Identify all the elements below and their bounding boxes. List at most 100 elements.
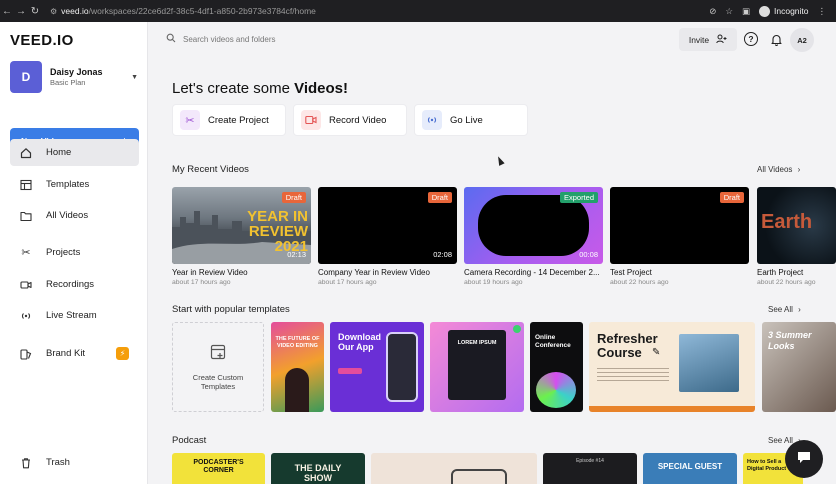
sidebar-item-label: Trash xyxy=(46,457,70,468)
page-title: Let's create some Videos! xyxy=(172,80,348,97)
sidebar-item-projects[interactable]: ✂ Projects xyxy=(10,239,139,266)
address-bar[interactable]: ⚙ veed.io/workspaces/22ce6d2f-38c5-4df1-… xyxy=(50,6,709,16)
forward-icon[interactable]: → xyxy=(14,6,28,17)
video-card[interactable]: Draft 02:08 Company Year in Review Video… xyxy=(318,187,457,286)
chat-support-button[interactable] xyxy=(785,440,823,478)
record-icon xyxy=(301,110,321,130)
podcast-template-card[interactable]: Episode #14 xyxy=(543,453,637,484)
lightning-icon: ⚡ xyxy=(116,347,129,360)
sidebar-item-all-videos[interactable]: All Videos xyxy=(10,202,139,229)
trash-icon xyxy=(20,457,32,469)
sidebar-item-label: Live Stream xyxy=(46,310,97,321)
person-photo-image xyxy=(679,334,739,392)
video-timestamp: about 22 hours ago xyxy=(610,279,669,286)
sidebar-item-brand-kit[interactable]: Brand Kit ⚡ xyxy=(10,340,139,367)
sidebar-item-home[interactable]: Home xyxy=(10,139,139,166)
video-card[interactable]: Draft Test Project about 22 hours ago xyxy=(610,187,749,286)
video-duration: 02:08 xyxy=(433,250,452,259)
sidebar-item-label: Recordings xyxy=(46,279,95,290)
create-project-button[interactable]: ✂ Create Project xyxy=(172,104,286,136)
sidebar-item-label: All Videos xyxy=(46,210,89,221)
podcast-template-card[interactable] xyxy=(371,453,537,484)
chevron-down-icon: ▼ xyxy=(131,73,138,81)
go-live-button[interactable]: Go Live xyxy=(414,104,528,136)
status-badge: Exported xyxy=(559,192,598,203)
sidebar-item-templates[interactable]: Templates xyxy=(10,171,139,198)
go-live-label: Go Live xyxy=(450,114,483,126)
all-videos-link[interactable]: All Videos › xyxy=(757,165,800,174)
back-icon[interactable]: ← xyxy=(0,6,14,17)
video-title: Camera Recording - 14 December 2... xyxy=(464,268,600,277)
invite-button[interactable]: Invite xyxy=(679,28,737,51)
create-project-label: Create Project xyxy=(208,114,269,126)
sidebar-item-label: Brand Kit xyxy=(46,348,86,359)
video-card[interactable]: YEAR IN REVIEW 2021 Draft 02:13 Year in … xyxy=(172,187,311,286)
sidebar-toggle-icon[interactable]: ▣ xyxy=(742,6,750,17)
template-card[interactable]: 3 Summer Looks xyxy=(762,322,836,412)
search-input[interactable]: Search videos and folders xyxy=(166,30,466,48)
url-host: veed.io xyxy=(61,6,89,16)
bell-icon[interactable] xyxy=(768,31,784,47)
templates-icon xyxy=(20,179,32,191)
video-thumbnail[interactable]: Draft 02:08 xyxy=(318,187,457,264)
template-text: Download Our App xyxy=(338,332,381,352)
star-icon[interactable]: ☆ xyxy=(725,6,733,17)
template-text: THE FUTURE OF VIDEO EDITING xyxy=(275,336,320,349)
reload-icon[interactable]: ↻ xyxy=(28,6,42,17)
template-text: 3 Summer Looks xyxy=(768,330,812,351)
video-timestamp: about 17 hours ago xyxy=(172,279,231,286)
chevron-right-icon: › xyxy=(798,305,801,314)
podcast-template-card[interactable]: THE DAILY SHOW xyxy=(271,453,365,484)
status-badge: Draft xyxy=(281,192,306,203)
green-dot-icon xyxy=(513,325,521,333)
brand-icon xyxy=(20,348,32,360)
incognito-icon xyxy=(759,5,770,17)
template-text: Refresher Course xyxy=(597,331,658,360)
template-card[interactable]: THE FUTURE OF VIDEO EDITING xyxy=(271,322,324,412)
browser-menu-icon[interactable]: ⋮ xyxy=(818,6,827,17)
veed-logo[interactable]: VEED.IO xyxy=(10,32,74,49)
phone-image xyxy=(386,332,418,402)
incognito-indicator[interactable]: Incognito xyxy=(759,5,809,17)
sidebar-item-label: Home xyxy=(46,147,72,158)
mouse-cursor xyxy=(495,155,505,166)
sidebar-item-live-stream[interactable]: Live Stream xyxy=(10,302,139,329)
status-badge: Draft xyxy=(427,192,452,203)
see-all-label: See All xyxy=(768,436,793,445)
template-card[interactable]: LOREM IPSUM xyxy=(430,322,524,412)
video-thumbnail[interactable]: Earth xyxy=(757,187,836,264)
video-thumbnail[interactable]: Exported 00:08 xyxy=(464,187,603,264)
account-avatar[interactable]: A2 xyxy=(790,28,814,52)
template-card[interactable]: Download Our App xyxy=(330,322,424,412)
video-card[interactable]: Earth Earth Project about 22 hours ago xyxy=(757,187,836,286)
podcast-template-card[interactable]: SPECIAL GUEST xyxy=(643,453,737,484)
video-timestamp: about 22 hours ago xyxy=(757,279,816,286)
site-info-icon[interactable]: ⚙ xyxy=(50,7,57,16)
templates-section-title: Start with popular templates xyxy=(172,304,290,315)
help-icon[interactable]: ? xyxy=(744,32,758,46)
eye-off-icon[interactable]: ⊘ xyxy=(709,6,716,17)
sidebar-item-recordings[interactable]: Recordings xyxy=(10,271,139,298)
search-placeholder: Search videos and folders xyxy=(183,34,276,44)
browser-toolbar: ← → ↻ ⚙ veed.io/workspaces/22ce6d2f-38c5… xyxy=(0,0,836,22)
person-image xyxy=(285,368,309,412)
templates-see-all-link[interactable]: See All › xyxy=(768,305,801,314)
template-text: SPECIAL GUEST xyxy=(657,462,723,471)
video-thumbnail[interactable]: YEAR IN REVIEW 2021 Draft 02:13 xyxy=(172,187,311,264)
sidebar-item-trash[interactable]: Trash xyxy=(10,449,139,476)
record-video-button[interactable]: Record Video xyxy=(293,104,407,136)
recent-videos-title: My Recent Videos xyxy=(172,164,249,175)
camera-frame-image xyxy=(478,195,589,256)
template-text: LOREM IPSUM xyxy=(457,340,497,346)
body-text-lines xyxy=(597,368,669,384)
template-card[interactable]: Online Conference xyxy=(530,322,583,412)
video-thumbnail[interactable]: Draft xyxy=(610,187,749,264)
template-card[interactable]: Refresher Course ✎ xyxy=(589,322,755,412)
video-card[interactable]: Exported 00:08 Camera Recording - 14 Dec… xyxy=(464,187,603,286)
create-custom-template-button[interactable]: Create Custom Templates xyxy=(172,322,264,412)
podcast-template-card[interactable]: PODCASTER'S CORNER xyxy=(172,453,265,484)
user-menu[interactable]: D Daisy Jonas Basic Plan ▼ xyxy=(10,61,138,93)
video-title: Earth Project xyxy=(757,268,804,277)
home-icon xyxy=(20,147,32,159)
sidebar: VEED.IO D Daisy Jonas Basic Plan ▼ New V… xyxy=(0,22,148,484)
